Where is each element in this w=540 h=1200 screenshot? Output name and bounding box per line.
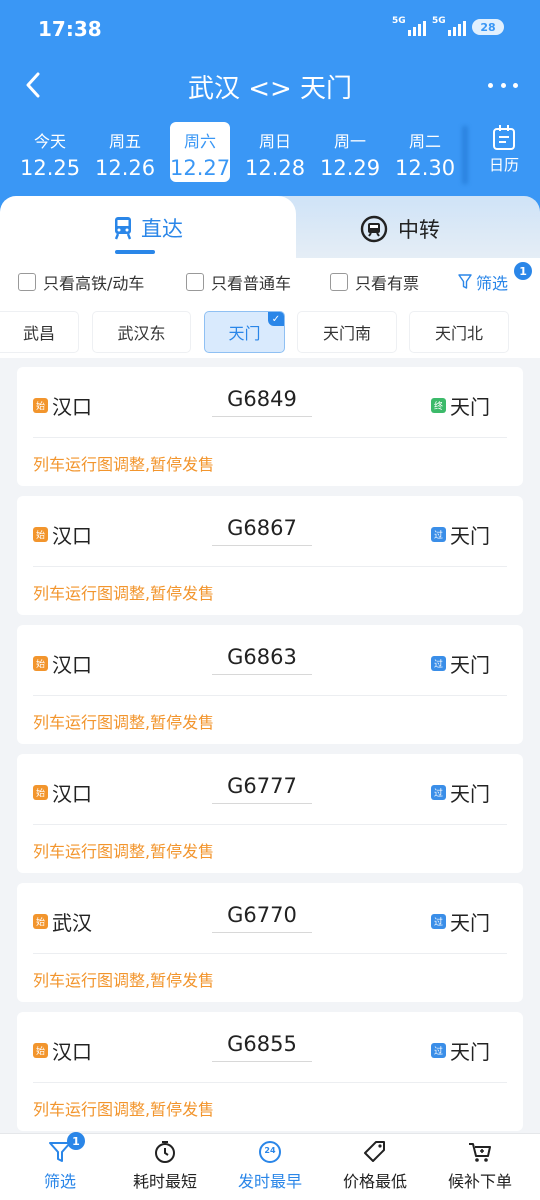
battery-icon: 28	[472, 19, 504, 35]
arrival-station: 过天门	[431, 1036, 490, 1065]
arrival-station: 过天门	[431, 649, 490, 678]
pass-tag: 过	[431, 527, 446, 542]
route-tabs: 中转 直达	[0, 196, 540, 260]
end-tag: 终	[431, 398, 446, 413]
sort-shortest-tab[interactable]: 耗时最短	[111, 1140, 219, 1192]
date-fri[interactable]: 周五 12.26	[95, 122, 155, 182]
train-number: G6855	[212, 1032, 312, 1062]
start-tag: 始	[33, 656, 48, 671]
start-tag: 始	[33, 914, 48, 929]
price-tag-icon	[362, 1140, 388, 1164]
available-only-checkbox[interactable]: 只看有票	[330, 270, 419, 294]
divider	[33, 953, 507, 954]
train-number: G6849	[212, 387, 312, 417]
arrival-station: 过天门	[431, 907, 490, 936]
date-sat-selected[interactable]: 周六 12.27	[170, 122, 230, 182]
waitlist-tab[interactable]: 候补下单	[426, 1140, 534, 1192]
sale-notice: 列车运行图调整,暂停发售	[33, 971, 215, 990]
tab-indicator	[115, 250, 155, 254]
sort-earliest-tab[interactable]: 24 发时最早	[216, 1140, 324, 1192]
departure-station: 始武汉	[33, 907, 92, 936]
more-icon[interactable]	[488, 70, 518, 100]
arrival-station: 终天门	[431, 391, 490, 420]
departure-station: 始汉口	[33, 1036, 92, 1065]
funnel-icon	[458, 274, 472, 289]
sort-cheapest-tab[interactable]: 价格最低	[321, 1140, 429, 1192]
train-number: G6770	[212, 903, 312, 933]
start-tag: 始	[33, 785, 48, 800]
status-bar: 17:38 5G 5G 28	[0, 0, 540, 58]
calendar-button[interactable]: 日历	[476, 125, 532, 175]
filter-tab[interactable]: 1 筛选	[6, 1132, 114, 1192]
sale-notice: 列车运行图调整,暂停发售	[33, 584, 215, 603]
filter-badge: 1	[67, 1132, 85, 1150]
train-card[interactable]: 始汉口 G6867 过天门 列车运行图调整,暂停发售	[17, 496, 523, 615]
train-card[interactable]: 始汉口 G6849 终天门 列车运行图调整,暂停发售	[17, 367, 523, 486]
start-tag: 始	[33, 398, 48, 413]
timer-icon	[152, 1140, 178, 1164]
pass-tag: 过	[431, 914, 446, 929]
station-chip[interactable]: 天门北	[410, 312, 508, 352]
transfer-icon	[360, 215, 388, 243]
train-icon	[114, 217, 132, 240]
station-chip[interactable]: 武昌	[0, 312, 78, 352]
date-selector: 今天 12.25 周五 12.26 周六 12.27 周日 12.28 周一 1…	[0, 120, 540, 186]
date-sun[interactable]: 周日 12.28	[245, 122, 305, 182]
start-tag: 始	[33, 527, 48, 542]
high-speed-only-checkbox[interactable]: 只看高铁/动车	[18, 270, 144, 294]
sale-notice: 列车运行图调整,暂停发售	[33, 842, 215, 861]
divider	[33, 824, 507, 825]
calendar-icon	[493, 125, 515, 150]
arrival-station: 过天门	[431, 520, 490, 549]
sale-notice: 列车运行图调整,暂停发售	[33, 713, 215, 732]
funnel-icon: 1	[47, 1132, 85, 1164]
departure-station: 始汉口	[33, 391, 92, 420]
tab-direct[interactable]: 直达	[0, 196, 296, 260]
train-number: G6867	[212, 516, 312, 546]
train-card[interactable]: 始汉口 G6777 过天门 列车运行图调整,暂停发售	[17, 754, 523, 873]
arrival-station: 过天门	[431, 778, 490, 807]
divider	[462, 126, 468, 184]
status-indicators: 5G 5G 28	[392, 16, 504, 36]
station-chip-selected[interactable]: 天门 ✓	[205, 312, 284, 352]
divider	[33, 437, 507, 438]
signal-icon: 5G	[432, 16, 466, 36]
divider	[33, 695, 507, 696]
status-time: 17:38	[38, 17, 102, 41]
sale-notice: 列车运行图调整,暂停发售	[33, 1100, 215, 1119]
divider	[33, 566, 507, 567]
divider	[33, 1082, 507, 1083]
station-filter: 武昌 武汉东 天门 ✓ 天门南 天门北	[0, 312, 540, 354]
normal-train-only-checkbox[interactable]: 只看普通车	[186, 270, 291, 294]
nav-bar: 武汉 <> 天门	[0, 62, 540, 108]
pass-tag: 过	[431, 1043, 446, 1058]
date-tue[interactable]: 周二 12.30	[395, 122, 455, 182]
date-mon[interactable]: 周一 12.29	[320, 122, 380, 182]
train-card[interactable]: 始汉口 G6855 过天门 列车运行图调整,暂停发售	[17, 1012, 523, 1131]
bottom-toolbar: 1 筛选 耗时最短 24 发时最早 价格最低 候补下单	[0, 1132, 540, 1200]
train-card[interactable]: 始武汉 G6770 过天门 列车运行图调整,暂停发售	[17, 883, 523, 1002]
station-chip[interactable]: 天门南	[298, 312, 396, 352]
clock-24-icon: 24	[257, 1140, 283, 1164]
start-tag: 始	[33, 1043, 48, 1058]
station-chip[interactable]: 武汉东	[93, 312, 190, 352]
departure-station: 始汉口	[33, 649, 92, 678]
filter-button[interactable]: 筛选 1	[458, 262, 533, 294]
train-number: G6863	[212, 645, 312, 675]
departure-station: 始汉口	[33, 778, 92, 807]
date-today[interactable]: 今天 12.25	[20, 122, 80, 182]
page-title: 武汉 <> 天门	[187, 74, 353, 104]
pass-tag: 过	[431, 656, 446, 671]
quick-filters: 只看高铁/动车 只看普通车 只看有票 筛选 1	[18, 262, 533, 298]
tab-transfer[interactable]: 中转	[270, 196, 540, 260]
sale-notice: 列车运行图调整,暂停发售	[33, 455, 215, 474]
departure-station: 始汉口	[33, 520, 92, 549]
pass-tag: 过	[431, 785, 446, 800]
check-icon: ✓	[268, 312, 284, 326]
signal-icon: 5G	[392, 16, 426, 36]
train-card[interactable]: 始汉口 G6863 过天门 列车运行图调整,暂停发售	[17, 625, 523, 744]
filter-count-badge: 1	[514, 262, 533, 280]
cart-icon	[467, 1140, 493, 1164]
train-number: G6777	[212, 774, 312, 804]
